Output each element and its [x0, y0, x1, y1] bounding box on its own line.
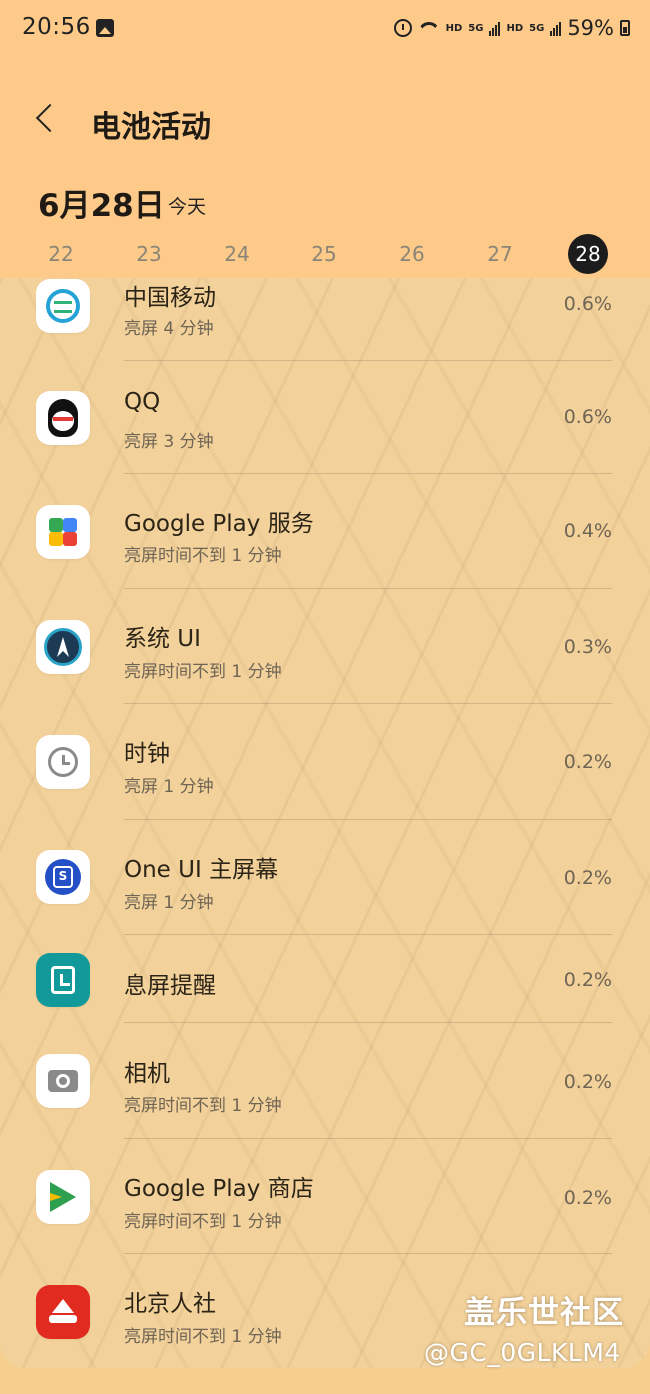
- app-name: 中国移动: [124, 285, 216, 311]
- google-play-services-icon: [36, 505, 90, 559]
- app-name: 系统 UI: [124, 626, 201, 652]
- status-time: 20:56: [22, 14, 91, 40]
- status-bar: 20:56 HD 5G HD 5G 59%: [0, 0, 650, 58]
- app-battery-percent: 0.2%: [563, 867, 612, 889]
- app-screen-time: 亮屏时间不到 1 分钟: [124, 1096, 282, 1116]
- image-notification-icon: [96, 19, 114, 37]
- camera-icon: [36, 1054, 90, 1108]
- app-row-camera[interactable]: 相机 亮屏时间不到 1 分钟 0.2%: [0, 1025, 650, 1139]
- watermark-community: 盖乐世社区: [464, 1295, 624, 1331]
- app-screen-time: 亮屏时间不到 1 分钟: [124, 546, 282, 566]
- divider: [124, 588, 612, 589]
- network-type-label: 5G: [468, 22, 484, 34]
- page-title: 电池活动: [91, 110, 211, 145]
- app-row-one-ui-home[interactable]: S One UI 主屏幕 亮屏 1 分钟 0.2%: [0, 822, 650, 936]
- app-screen-time: 亮屏 3 分钟: [124, 432, 214, 452]
- wifi-icon: [418, 20, 440, 36]
- day-23[interactable]: 23: [129, 234, 169, 274]
- signal-icon: [489, 20, 501, 36]
- divider: [124, 473, 612, 474]
- app-name: 息屏提醒: [124, 973, 216, 999]
- app-usage-list: 中国移动 亮屏 4 分钟 0.6% QQ 亮屏 3 分钟 0.6% Google…: [0, 278, 650, 1368]
- app-battery-percent: 0.6%: [563, 406, 612, 428]
- app-battery-percent: 0.2%: [563, 1071, 612, 1093]
- app-battery-percent: 0.6%: [563, 293, 612, 315]
- hd-badge: HD: [445, 22, 463, 34]
- app-name: One UI 主屏幕: [124, 857, 279, 883]
- divider: [124, 1022, 612, 1023]
- status-indicators: HD 5G HD 5G 59%: [393, 16, 630, 40]
- app-screen-time: 亮屏 1 分钟: [124, 893, 214, 913]
- day-28-selected[interactable]: 28: [568, 234, 608, 274]
- divider: [124, 934, 612, 935]
- back-arrow-icon[interactable]: [35, 103, 65, 133]
- app-row-always-on-display[interactable]: 息屏提醒 0.2%: [0, 937, 650, 1023]
- app-battery-percent: 0.2%: [563, 969, 612, 991]
- app-battery-percent: 0.2%: [563, 751, 612, 773]
- app-screen-time: 亮屏时间不到 1 分钟: [124, 1327, 282, 1347]
- clock-icon: [36, 735, 90, 789]
- app-row-china-mobile[interactable]: 中国移动 亮屏 4 分钟 0.6%: [0, 278, 650, 362]
- day-25[interactable]: 25: [304, 234, 344, 274]
- app-name: Google Play 服务: [124, 511, 314, 537]
- divider: [124, 1138, 612, 1139]
- google-play-store-icon: [36, 1170, 90, 1224]
- app-screen-time: 亮屏 1 分钟: [124, 777, 214, 797]
- app-battery-percent: 0.2%: [563, 1187, 612, 1209]
- system-ui-icon: [36, 620, 90, 674]
- page-header: 电池活动 6月28日 今天 22 23 24 25 26 27 28: [0, 58, 650, 280]
- hd-badge-2: HD: [506, 22, 524, 34]
- always-on-display-icon: [36, 953, 90, 1007]
- app-name: Google Play 商店: [124, 1176, 314, 1202]
- app-battery-percent: 0.3%: [563, 636, 612, 658]
- day-24[interactable]: 24: [217, 234, 257, 274]
- selected-date: 6月28日: [38, 188, 165, 224]
- divider: [124, 360, 612, 361]
- signal-icon-2: [550, 20, 562, 36]
- app-screen-time: 亮屏时间不到 1 分钟: [124, 662, 282, 682]
- app-name: QQ: [124, 389, 161, 415]
- app-row-google-play-services[interactable]: Google Play 服务 亮屏时间不到 1 分钟 0.4%: [0, 476, 650, 590]
- beijing-renshe-icon: [36, 1285, 90, 1339]
- app-row-google-play-store[interactable]: Google Play 商店 亮屏时间不到 1 分钟 0.2%: [0, 1141, 650, 1255]
- one-ui-home-icon: S: [36, 850, 90, 904]
- divider: [124, 703, 612, 704]
- china-mobile-icon: [36, 279, 90, 333]
- app-row-qq[interactable]: QQ 亮屏 3 分钟 0.6%: [0, 363, 650, 475]
- day-26[interactable]: 26: [392, 234, 432, 274]
- watermark-user: @GC_0GLKLM4: [424, 1338, 621, 1367]
- app-row-system-ui[interactable]: 系统 UI 亮屏时间不到 1 分钟 0.3%: [0, 591, 650, 705]
- app-name: 时钟: [124, 741, 170, 767]
- day-27[interactable]: 27: [480, 234, 520, 274]
- app-row-clock[interactable]: 时钟 亮屏 1 分钟 0.2%: [0, 706, 650, 820]
- app-screen-time: 亮屏时间不到 1 分钟: [124, 1212, 282, 1232]
- alarm-icon: [393, 19, 412, 37]
- day-selector: 22 23 24 25 26 27 28: [0, 234, 650, 276]
- app-name: 北京人社: [124, 1291, 216, 1317]
- app-battery-percent: 0.4%: [563, 520, 612, 542]
- app-screen-time: 亮屏 4 分钟: [124, 319, 214, 339]
- app-name: 相机: [124, 1061, 170, 1087]
- divider: [124, 819, 612, 820]
- battery-percent: 59%: [567, 16, 614, 40]
- qq-icon: [36, 391, 90, 445]
- divider: [124, 1253, 612, 1254]
- date-subtitle: 今天: [168, 196, 207, 218]
- network-type-label-2: 5G: [529, 22, 545, 34]
- battery-icon: [620, 20, 630, 36]
- day-22[interactable]: 22: [41, 234, 81, 274]
